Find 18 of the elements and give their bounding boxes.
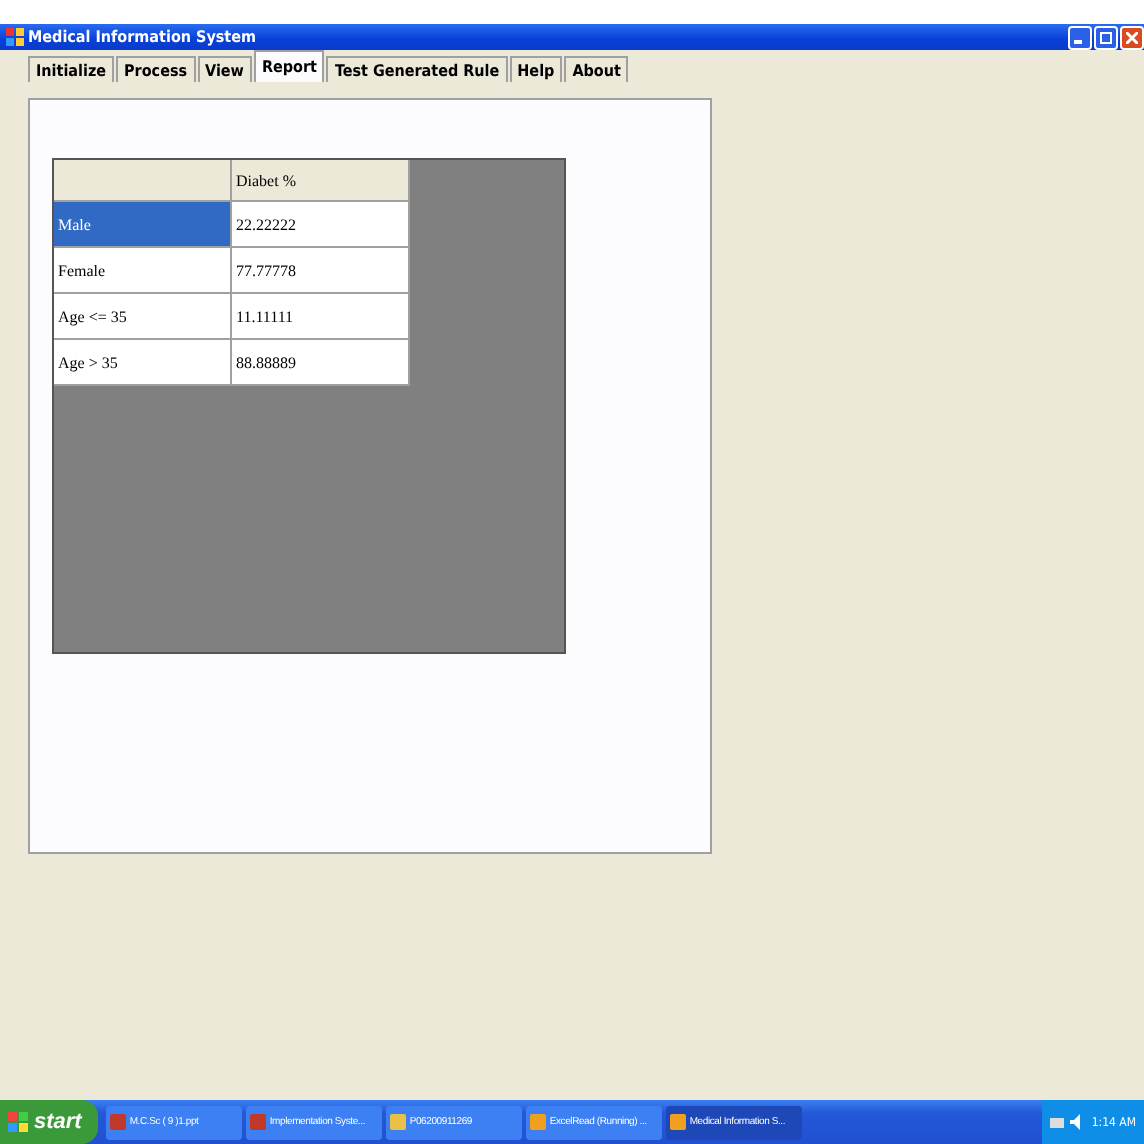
tab[interactable]: Test Generated Rule: [326, 56, 508, 82]
tab[interactable]: Process: [116, 56, 196, 82]
table-cell: 22.22222: [232, 202, 410, 248]
row-header[interactable]: Age <= 35: [54, 294, 232, 340]
tab[interactable]: View: [197, 56, 252, 82]
row-header[interactable]: Female: [54, 248, 232, 294]
table-cell: 88.88889: [232, 340, 410, 386]
table-cell: 77.77778: [232, 248, 410, 294]
table-cell: 11.11111: [232, 294, 410, 340]
window-title: Medical Information System: [28, 28, 256, 46]
row-header[interactable]: Age > 35: [54, 340, 232, 386]
column-header: Diabet %: [232, 160, 410, 202]
tab[interactable]: Help: [509, 56, 563, 82]
tab[interactable]: Report: [253, 50, 325, 82]
start-button[interactable]: start: [0, 1100, 98, 1144]
tab[interactable]: Initialize: [28, 56, 115, 82]
row-header[interactable]: Male: [54, 202, 232, 248]
tab[interactable]: About: [564, 56, 629, 82]
